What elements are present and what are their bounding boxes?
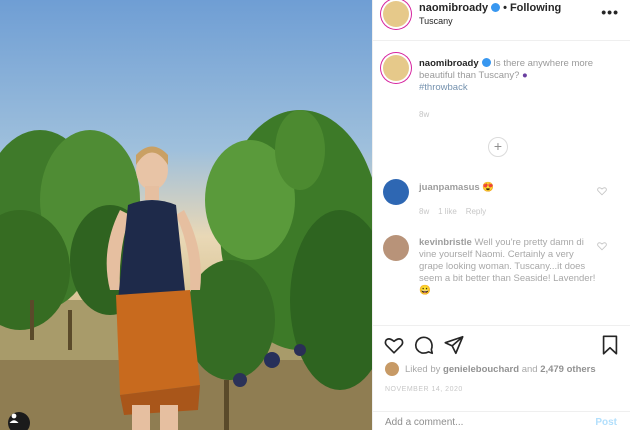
grape-emoji-icon: ● — [522, 70, 528, 81]
comment-like-heart-icon[interactable] — [597, 186, 607, 196]
comment-username[interactable]: kevinbristle — [419, 237, 472, 248]
author-line: naomibroady • Following — [419, 2, 562, 14]
more-options-icon[interactable]: ••• — [601, 4, 619, 20]
like-heart-icon[interactable] — [383, 334, 405, 356]
user-tag-icon[interactable] — [8, 412, 30, 430]
post-header: naomibroady • Following Tuscany ••• — [373, 0, 630, 41]
post-actions: Liked by genielebouchard and 2,479 other… — [373, 325, 630, 429]
comment-username[interactable]: juanpamasus — [419, 182, 480, 193]
comment-item: kevinbristle Well you're pretty damn di … — [419, 237, 597, 297]
comment-meta: 8w 1 like Reply — [419, 207, 487, 216]
following-button[interactable]: Following — [510, 2, 561, 14]
comment-like-heart-icon[interactable] — [597, 241, 607, 251]
caption-verified-badge-icon — [481, 57, 491, 67]
post-photo[interactable] — [0, 0, 372, 430]
author-avatar[interactable] — [383, 1, 409, 27]
caption-author-avatar[interactable] — [383, 55, 409, 81]
load-more-comments-icon[interactable]: + — [488, 137, 508, 157]
share-paper-plane-icon[interactable] — [443, 334, 465, 356]
comment-avatar[interactable] — [383, 179, 409, 205]
caption-username[interactable]: naomibroady — [419, 58, 479, 69]
hashtag-link[interactable]: #throwback — [419, 82, 468, 93]
comment-text: 😍 — [482, 182, 495, 193]
liker-username[interactable]: genielebouchard — [443, 364, 519, 375]
instagram-post-modal: naomibroady • Following Tuscany ••• naomib… — [0, 0, 630, 430]
post-caption: naomibroady Is there anywhere more beaut… — [419, 57, 617, 94]
comment-bubble-icon[interactable] — [413, 334, 435, 356]
vineyard-scene — [0, 110, 372, 430]
add-comment-input[interactable] — [383, 416, 577, 429]
reply-button[interactable]: Reply — [466, 207, 486, 216]
caption-timestamp: 8w — [419, 110, 430, 119]
post-date: NOVEMBER 14, 2020 — [385, 386, 463, 393]
liker-avatar[interactable] — [385, 362, 399, 376]
author-username[interactable]: naomibroady — [419, 2, 488, 14]
comment-item: juanpamasus 😍 — [419, 182, 597, 194]
post-comment-button[interactable]: Post — [595, 417, 617, 428]
likes-summary: Liked by genielebouchard and 2,479 other… — [405, 364, 596, 375]
verified-badge-icon — [491, 2, 501, 12]
location-link[interactable]: Tuscany — [419, 16, 453, 26]
save-bookmark-icon[interactable] — [599, 334, 621, 356]
comment-composer: Post — [373, 411, 630, 430]
likes-count-link[interactable]: 2,479 others — [540, 364, 595, 375]
comment-avatar[interactable] — [383, 235, 409, 261]
post-sidebar: naomibroady • Following Tuscany ••• naomib… — [372, 0, 630, 430]
